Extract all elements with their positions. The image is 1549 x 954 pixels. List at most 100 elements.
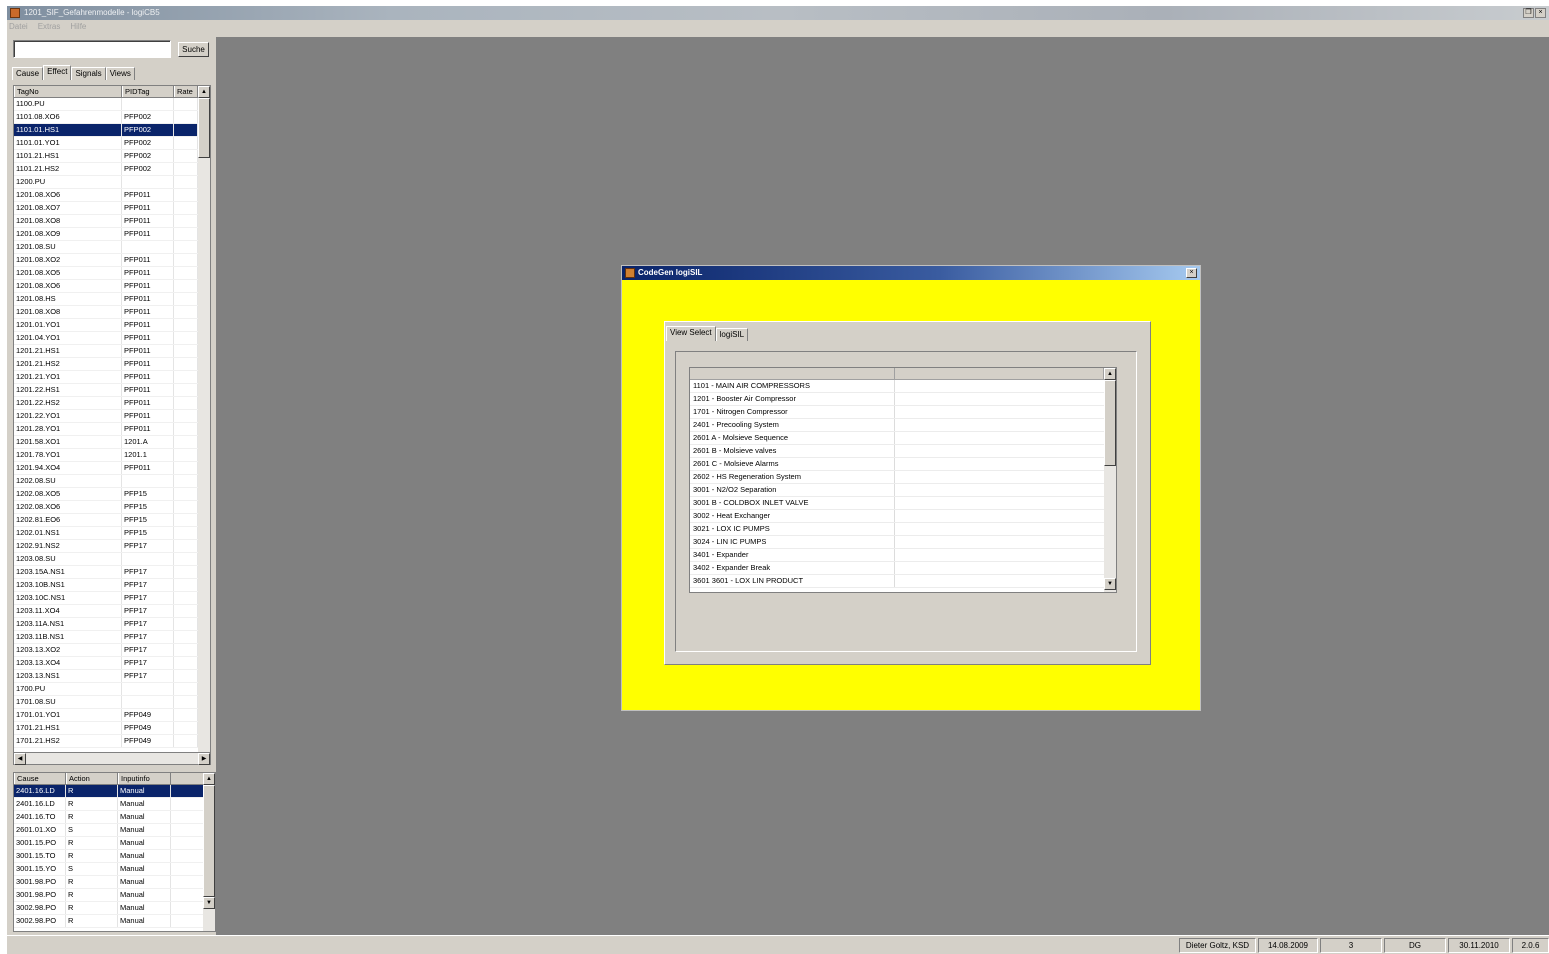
column-header-inputinfo[interactable]: Inputinfo (118, 773, 171, 784)
table-row[interactable]: 1202.08.XO5 PFP15 (14, 488, 210, 501)
scroll-up-icon[interactable]: ▲ (198, 86, 210, 98)
table-row[interactable]: 1201.08.XO5 PFP011 (14, 267, 210, 280)
table-row[interactable]: 3002.98.PO R Manual (14, 915, 215, 928)
cause-table[interactable]: Cause Action Inputinfo 2401.16.LD R Manual… (13, 772, 216, 932)
effect-table-vscrollbar[interactable]: ▲ (198, 86, 210, 754)
table-row[interactable]: 1202.08.XO6 PFP15 (14, 501, 210, 514)
effect-table-hscrollbar[interactable]: ◀ ▶ (13, 752, 211, 765)
table-row[interactable]: 1203.11A.NS1 PFP17 (14, 618, 210, 631)
list-item[interactable]: 2401 - Precooling System (690, 419, 1116, 432)
view-list-vscrollbar[interactable]: ▲ ▼ (1104, 368, 1116, 592)
search-input[interactable] (13, 40, 171, 58)
table-row[interactable]: 1203.13.XO4 PFP17 (14, 657, 210, 670)
restore-icon[interactable]: ❐ (1523, 8, 1534, 18)
table-row[interactable]: 1201.01.YO1 PFP011 (14, 319, 210, 332)
table-row[interactable]: 1201.08.SU (14, 241, 210, 254)
table-row[interactable]: 2401.16.TO R Manual (14, 811, 215, 824)
table-row[interactable]: 3001.15.PO R Manual (14, 837, 215, 850)
list-item[interactable]: 3002 - Heat Exchanger (690, 510, 1116, 523)
table-row[interactable]: 1201.21.YO1 PFP011 (14, 371, 210, 384)
scroll-up-icon[interactable]: ▲ (1104, 368, 1116, 380)
table-row[interactable]: 3001.98.PO R Manual (14, 889, 215, 902)
column-header-cause[interactable]: Cause (14, 773, 66, 784)
table-row[interactable]: 1201.58.XO1 1201.A (14, 436, 210, 449)
table-row[interactable]: 1202.01.NS1 PFP15 (14, 527, 210, 540)
list-item[interactable]: 1101 - MAIN AIR COMPRESSORS (690, 380, 1116, 393)
table-row[interactable]: 1201.94.XO4 PFP011 (14, 462, 210, 475)
list-item[interactable]: 3401 - Expander (690, 549, 1116, 562)
list-item[interactable]: 3601 3601 - LOX LIN PRODUCT (690, 575, 1116, 588)
column-header-rate[interactable]: Rate (174, 86, 198, 97)
list-item[interactable]: 1701 - Nitrogen Compressor (690, 406, 1116, 419)
menu-item-help[interactable]: Hilfe (70, 22, 86, 34)
table-row[interactable]: 1201.78.YO1 1201.1 (14, 449, 210, 462)
menu-item-extras[interactable]: Extras (38, 22, 61, 34)
list-item[interactable]: 3001 - N2/O2 Separation (690, 484, 1116, 497)
table-row[interactable]: 1701.21.HS2 PFP049 (14, 735, 210, 748)
table-row[interactable]: 1701.21.HS1 PFP049 (14, 722, 210, 735)
scroll-thumb[interactable] (1104, 380, 1116, 466)
table-row[interactable]: 1700.PU (14, 683, 210, 696)
close-icon[interactable]: × (1186, 268, 1197, 278)
scroll-left-icon[interactable]: ◀ (14, 753, 26, 765)
scroll-up-icon[interactable]: ▲ (203, 773, 215, 785)
close-icon[interactable]: × (1535, 8, 1546, 18)
tab-logisil[interactable]: logiSIL (715, 328, 749, 341)
effect-table[interactable]: TagNo PIDTag Rate 1100.PU 1101.08.XO6 PFP0… (13, 85, 211, 755)
table-row[interactable]: 1201.22.HS2 PFP011 (14, 397, 210, 410)
column-header-action[interactable]: Action (66, 773, 118, 784)
tab-view-select[interactable]: View Select (666, 326, 716, 341)
table-row[interactable]: 1203.11.XO4 PFP17 (14, 605, 210, 618)
table-row[interactable]: 1201.08.XO9 PFP011 (14, 228, 210, 241)
table-row[interactable]: 1202.81.EO6 PFP15 (14, 514, 210, 527)
scroll-right-icon[interactable]: ▶ (198, 753, 210, 765)
table-row[interactable]: 3001.15.TO R Manual (14, 850, 215, 863)
table-row[interactable]: 1201.28.YO1 PFP011 (14, 423, 210, 436)
table-row[interactable]: 1201.08.XO2 PFP011 (14, 254, 210, 267)
table-row[interactable]: 3002.98.PO R Manual (14, 902, 215, 915)
list-item[interactable]: 3001 B - COLDBOX INLET VALVE (690, 497, 1116, 510)
table-row[interactable]: 1201.21.HS2 PFP011 (14, 358, 210, 371)
table-row[interactable]: 1203.08.SU (14, 553, 210, 566)
scroll-down-icon[interactable]: ▼ (1104, 578, 1116, 590)
table-row[interactable]: 1201.08.XO7 PFP011 (14, 202, 210, 215)
table-row[interactable]: 1203.13.NS1 PFP17 (14, 670, 210, 683)
table-row[interactable]: 2601.01.XO S Manual (14, 824, 215, 837)
table-row[interactable]: 1203.11B.NS1 PFP17 (14, 631, 210, 644)
cause-table-vscrollbar[interactable]: ▲ ▼ (203, 773, 215, 931)
table-row[interactable]: 1201.04.YO1 PFP011 (14, 332, 210, 345)
table-row[interactable]: 3001.98.PO R Manual (14, 876, 215, 889)
table-row[interactable]: 1101.08.XO6 PFP002 (14, 111, 210, 124)
table-row[interactable]: 1201.22.YO1 PFP011 (14, 410, 210, 423)
table-row[interactable]: 1203.10C.NS1 PFP17 (14, 592, 210, 605)
list-item[interactable]: 3402 - Expander Break (690, 562, 1116, 575)
table-row[interactable]: 1201.08.XO6 PFP011 (14, 280, 210, 293)
scroll-thumb[interactable] (198, 98, 210, 158)
view-list-column-1[interactable] (690, 368, 895, 379)
table-row[interactable]: 1202.91.NS2 PFP17 (14, 540, 210, 553)
list-item[interactable]: 2601 A - Molsieve Sequence (690, 432, 1116, 445)
table-row[interactable]: 1201.08.XO6 PFP011 (14, 189, 210, 202)
table-row[interactable]: 1201.21.HS1 PFP011 (14, 345, 210, 358)
list-item[interactable]: 3021 - LOX IC PUMPS (690, 523, 1116, 536)
column-header-pidtag[interactable]: PIDTag (122, 86, 174, 97)
table-row[interactable]: 1202.08.SU (14, 475, 210, 488)
scroll-down-icon[interactable]: ▼ (203, 897, 215, 909)
table-row[interactable]: 1100.PU (14, 98, 210, 111)
search-button[interactable]: Suche (178, 42, 209, 57)
table-row[interactable]: 1201.08.HS PFP011 (14, 293, 210, 306)
table-row[interactable]: 3001.15.YO S Manual (14, 863, 215, 876)
table-row[interactable]: 1101.21.HS1 PFP002 (14, 150, 210, 163)
view-select-list[interactable]: 1101 - MAIN AIR COMPRESSORS 1201 - Booste… (689, 367, 1117, 593)
table-row[interactable]: 1203.10B.NS1 PFP17 (14, 579, 210, 592)
list-item[interactable]: 2601 B - Molsieve valves (690, 445, 1116, 458)
menu-item-file[interactable]: Datei (9, 22, 28, 34)
list-item[interactable]: 1201 - Booster Air Compressor (690, 393, 1116, 406)
table-row[interactable]: 2401.16.LD R Manual (14, 798, 215, 811)
dialog-titlebar[interactable]: CodeGen logiSIL × (622, 266, 1200, 280)
table-row[interactable]: 1101.01.HS1 PFP002 (14, 124, 210, 137)
table-row[interactable]: 1201.08.XO8 PFP011 (14, 215, 210, 228)
table-row[interactable]: 2401.16.LD R Manual (14, 785, 215, 798)
list-item[interactable]: 2602 - HS Regeneration System (690, 471, 1116, 484)
scroll-thumb[interactable] (203, 785, 215, 897)
